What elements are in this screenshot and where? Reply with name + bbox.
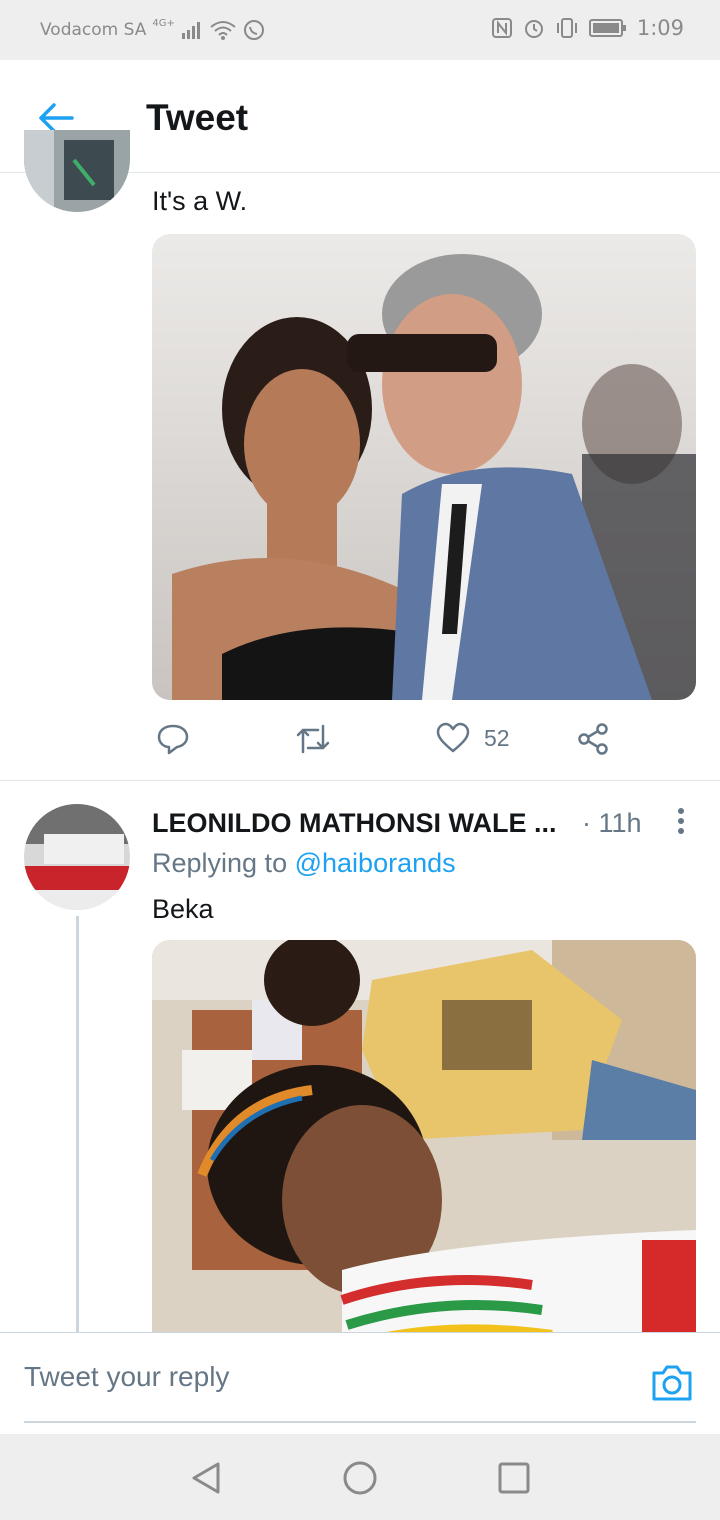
carrier-label: Vodacom SA [40, 20, 147, 40]
signal-icon [181, 22, 200, 39]
retweet-icon[interactable] [294, 722, 332, 756]
nfc-icon [491, 18, 512, 38]
tweet-photo[interactable] [152, 234, 696, 700]
reply-icon[interactable] [156, 722, 190, 756]
battery-icon [588, 19, 626, 37]
tweet-photo[interactable] [152, 940, 696, 1360]
reply-input[interactable] [24, 1333, 696, 1423]
share-action[interactable] [576, 722, 610, 756]
like-action[interactable]: 52 [436, 722, 510, 754]
alarm-icon [524, 20, 543, 38]
more-icon[interactable] [674, 806, 688, 836]
status-bar: Vodacom SA 4G+ 1:09 [0, 0, 720, 60]
clock: 1:09 [636, 16, 684, 40]
divider [0, 780, 720, 781]
camera-icon[interactable] [650, 1363, 694, 1403]
like-count: 52 [484, 724, 510, 751]
nav-recents-icon[interactable] [494, 1458, 534, 1498]
whatsapp-icon [243, 20, 264, 40]
avatar[interactable] [24, 804, 130, 910]
status-left: Vodacom SA 4G+ [40, 17, 265, 41]
tweet-header: LEONILDO MATHONSI WALE ... · 11h [152, 806, 696, 840]
system-nav-bar [0, 1434, 720, 1520]
avatar[interactable] [24, 130, 130, 212]
share-icon[interactable] [576, 722, 610, 756]
replying-to: Replying to @haiborands [152, 848, 456, 879]
reply-bar [0, 1332, 720, 1435]
retweet-action[interactable] [294, 722, 332, 756]
status-right: 1:09 [491, 16, 684, 40]
nav-back-icon[interactable] [186, 1458, 226, 1498]
replying-label: Replying to [152, 848, 288, 878]
network-type: 4G+ [152, 17, 175, 29]
thread-line [76, 916, 79, 1336]
reply-action[interactable] [156, 722, 190, 756]
like-icon[interactable] [436, 722, 470, 754]
nav-home-icon[interactable] [340, 1458, 380, 1498]
replying-handle[interactable]: @haiborands [295, 848, 456, 878]
vibrate-icon [556, 18, 577, 38]
author-name[interactable]: LEONILDO MATHONSI WALE ... [152, 808, 557, 839]
tweet-text: Beka [152, 894, 214, 924]
page-title: Tweet [146, 97, 249, 138]
wifi-icon [210, 21, 236, 40]
tweet-actions: 52 [152, 718, 696, 764]
tweet-time: · 11h [582, 808, 642, 838]
tweet-text: It's a W. [152, 186, 248, 216]
